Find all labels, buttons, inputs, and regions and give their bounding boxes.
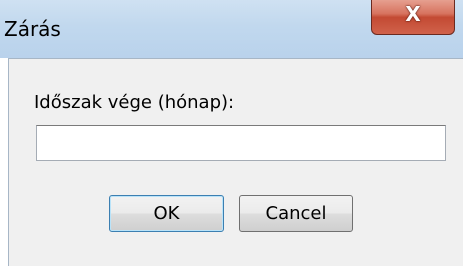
dialog-window: Zárás X Időszak vége (hónap): OK Cancel xyxy=(0,0,463,266)
period-end-input[interactable] xyxy=(36,125,446,161)
cancel-button[interactable]: Cancel xyxy=(239,195,353,232)
dialog-body: Időszak vége (hónap): OK Cancel xyxy=(8,58,463,266)
period-end-label: Időszak vége (hónap): xyxy=(34,92,235,113)
close-icon: X xyxy=(405,2,421,26)
close-button[interactable]: X xyxy=(371,0,455,35)
title-bar[interactable]: Zárás X xyxy=(0,0,463,58)
window-title: Zárás xyxy=(4,17,61,41)
ok-button[interactable]: OK xyxy=(109,195,224,232)
